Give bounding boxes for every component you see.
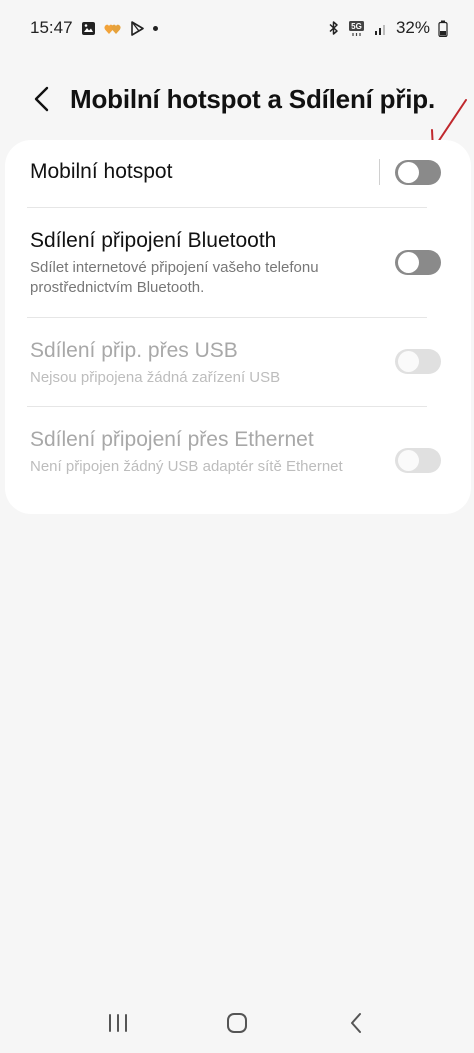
hotspot-toggle[interactable] xyxy=(395,160,441,185)
ethernet-subtitle: Není připojen žádný USB adaptér sítě Eth… xyxy=(30,458,343,475)
hearts-icon xyxy=(103,21,122,36)
back-icon xyxy=(351,1013,362,1033)
nav-back-button[interactable] xyxy=(336,1003,376,1043)
ethernet-title: Sdílení připojení přes Ethernet xyxy=(30,428,314,451)
status-bar-right: 5G 32% xyxy=(328,18,448,38)
home-button[interactable] xyxy=(217,1003,257,1043)
toggle-knob xyxy=(398,351,419,372)
settings-card: Mobilní hotspot Sdílení připojení Blueto… xyxy=(5,140,471,514)
usb-subtitle: Nejsou připojena žádná zařízení USB xyxy=(30,369,281,386)
ethernet-toggle[interactable] xyxy=(395,448,441,473)
home-icon xyxy=(226,1013,247,1033)
bluetooth-subtitle: Sdílet internetové připojení vašeho tele… xyxy=(30,259,319,296)
hotspot-row[interactable]: Mobilní hotspot xyxy=(5,140,471,207)
network-badge-label: 5G xyxy=(351,22,362,31)
toggle-knob xyxy=(398,162,419,183)
chevron-left-icon xyxy=(34,86,49,112)
status-bar: 15:47 5G 32% xyxy=(0,0,474,56)
play-store-icon xyxy=(130,20,145,36)
toggle-knob xyxy=(398,450,419,471)
bluetooth-row[interactable]: Sdílení připojení Bluetooth Sdílet inter… xyxy=(5,207,471,317)
recents-icon xyxy=(108,1014,127,1032)
recents-button[interactable] xyxy=(98,1003,138,1043)
bluetooth-toggle[interactable] xyxy=(395,250,441,275)
hotspot-title: Mobilní hotspot xyxy=(30,160,173,183)
app-bar: Mobilní hotspot a Sdílení přip. xyxy=(0,70,474,128)
back-button[interactable] xyxy=(28,85,56,113)
notification-dot-icon xyxy=(152,25,158,31)
status-time: 15:47 xyxy=(30,18,73,37)
ethernet-row[interactable]: Sdílení připojení přes Ethernet Není při… xyxy=(5,406,471,514)
gallery-icon xyxy=(81,21,96,36)
status-bar-left: 15:47 xyxy=(30,18,158,38)
toggle-knob xyxy=(398,252,419,273)
battery-icon xyxy=(438,20,448,37)
bluetooth-title: Sdílení připojení Bluetooth xyxy=(30,229,277,252)
5g-icon: 5G xyxy=(348,20,366,37)
battery-percent: 32% xyxy=(395,18,430,37)
bluetooth-icon xyxy=(328,20,340,36)
divider xyxy=(379,159,380,185)
usb-row[interactable]: Sdílení přip. přes USB Nejsou připojena … xyxy=(5,317,471,406)
navigation-bar xyxy=(0,995,474,1051)
usb-toggle[interactable] xyxy=(395,349,441,374)
page-title: Mobilní hotspot a Sdílení přip. xyxy=(70,83,435,114)
usb-title: Sdílení přip. přes USB xyxy=(30,339,238,362)
signal-icon xyxy=(374,21,388,36)
